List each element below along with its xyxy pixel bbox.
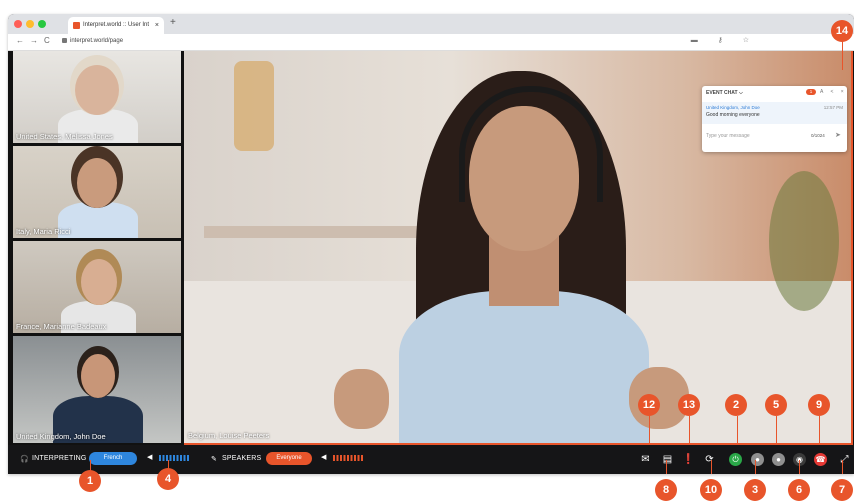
speaker-icon: ◀ [147, 454, 153, 461]
participant-label: France, Marianne Badeaux [16, 322, 107, 331]
callout-10: 10 [700, 479, 722, 501]
chat-char-counter: 0/1024 [811, 133, 825, 138]
participant-face [81, 259, 117, 305]
chat-icon[interactable]: ▤ [661, 453, 674, 466]
volume-level [333, 455, 363, 461]
participant-label: Italy, Maria Ricci [16, 227, 71, 236]
tab-close-icon[interactable]: × [155, 17, 159, 34]
speaker-shirt [399, 291, 649, 443]
callout-7: 7 [831, 479, 853, 501]
callout-4: 4 [157, 468, 179, 490]
hangup-icon[interactable]: ☎ [814, 453, 827, 466]
callout-line [819, 416, 820, 444]
event-chat-panel: EVENT CHAT ⌵ 1 A͏ < × United Kingdom, Jo… [702, 86, 847, 152]
participant-face [75, 65, 119, 115]
callout-line [799, 460, 800, 474]
speakers-select-pill[interactable]: Everyone [266, 452, 312, 465]
background-plant [769, 171, 839, 311]
callout-1: 1 [79, 470, 101, 492]
callout-line [689, 416, 690, 444]
mic-icon[interactable]: ● [751, 453, 764, 466]
participant-tile[interactable]: Italy, Maria Ricci [13, 146, 181, 238]
close-window-dot[interactable] [14, 20, 22, 28]
callout-14: 14 [831, 20, 853, 42]
interpreting-label: INTERPRETING [32, 455, 87, 462]
participant-face [77, 158, 117, 208]
new-tab-button[interactable]: + [170, 17, 176, 28]
main-video-label: Belgium, Louise Peeters [188, 431, 270, 440]
mail-icon[interactable]: ✉ [639, 453, 652, 466]
forward-button[interactable]: → [30, 36, 38, 45]
callout-2: 2 [725, 394, 747, 416]
camera-icon[interactable]: ● [772, 453, 785, 466]
participant-face [81, 354, 115, 398]
speakers-volume[interactable]: ◀ [321, 454, 366, 462]
speakers-label: SPEAKERS [222, 455, 262, 462]
callout-5: 5 [765, 394, 787, 416]
callout-line [711, 460, 712, 474]
back-button[interactable]: ← [16, 36, 24, 45]
callout-line [842, 40, 843, 70]
volume-level [159, 455, 189, 461]
mic-off-icon: ✎ [211, 456, 218, 463]
interpreting-language-pill[interactable]: French [89, 452, 137, 465]
browser-tab[interactable]: Interpret.world :: User Interfac × [68, 17, 164, 34]
participant-tile[interactable]: France, Marianne Badeaux [13, 241, 181, 333]
url-field[interactable]: interpret.world/page [62, 36, 123, 47]
participant-label: United States, Melissa Jones [16, 132, 113, 141]
chat-time: 12:57 PM [823, 105, 843, 110]
headphones-icon: 🎧 [20, 456, 29, 463]
participant-tile[interactable]: United States, Melissa Jones [13, 51, 181, 143]
callout-8: 8 [655, 479, 677, 501]
send-icon[interactable]: ➤ [835, 131, 841, 139]
callout-13: 13 [678, 394, 700, 416]
unread-badge: 1 [806, 89, 816, 95]
chat-message-text: Good morning everyone [706, 112, 760, 118]
chat-title[interactable]: EVENT CHAT ⌵ [706, 90, 743, 96]
chat-window-controls[interactable]: A͏ < × [820, 89, 847, 95]
alert-icon[interactable]: ❗ [682, 453, 695, 466]
favicon-icon [73, 22, 80, 29]
callout-line [737, 416, 738, 444]
callout-line [842, 460, 843, 474]
participant-tile[interactable]: United Kingdom, John Doe [13, 336, 181, 443]
refresh-icon[interactable]: ⟳ [703, 453, 716, 466]
callout-6: 6 [788, 479, 810, 501]
main-video[interactable]: Belgium, Louise Peeters EVENT CHAT ⌵ 1 A… [184, 51, 853, 445]
callout-9: 9 [808, 394, 830, 416]
tab-title: Interpret.world :: User Interfac [83, 22, 149, 28]
chat-input[interactable]: Type your message [706, 133, 750, 139]
participant-label: United Kingdom, John Doe [16, 432, 106, 441]
interpreting-volume[interactable]: ◀ [147, 454, 192, 462]
maximize-window-dot[interactable] [38, 20, 46, 28]
address-bar: ← → C interpret.world/page ▬ ⚷ ☆ [8, 34, 854, 51]
chat-sender: United Kingdom, John Doe [706, 105, 760, 110]
speaker-icon: ◀ [321, 454, 327, 461]
tab-bar: Interpret.world :: User Interfac × + [8, 14, 854, 34]
callout-line [776, 416, 777, 444]
minimize-window-dot[interactable] [26, 20, 34, 28]
address-bar-icons[interactable]: ▬ ⚷ ☆ [691, 36, 758, 44]
callout-12: 12 [638, 394, 660, 416]
callout-line [755, 460, 756, 474]
callout-line [666, 460, 667, 474]
lock-icon [62, 37, 67, 43]
expand-icon[interactable]: ⤢ [838, 453, 851, 466]
control-toolbar: 🎧 INTERPRETING French ◀ ✎ SPEAKERS Every… [8, 445, 854, 474]
power-icon[interactable]: ⏻ [729, 453, 742, 466]
speaker-hand [334, 369, 389, 429]
reload-button[interactable]: C [44, 36, 50, 45]
callout-3: 3 [744, 479, 766, 501]
background-shelf [204, 226, 434, 238]
url-text: interpret.world/page [70, 38, 124, 44]
background-lamp [234, 61, 274, 151]
callout-line [649, 416, 650, 444]
